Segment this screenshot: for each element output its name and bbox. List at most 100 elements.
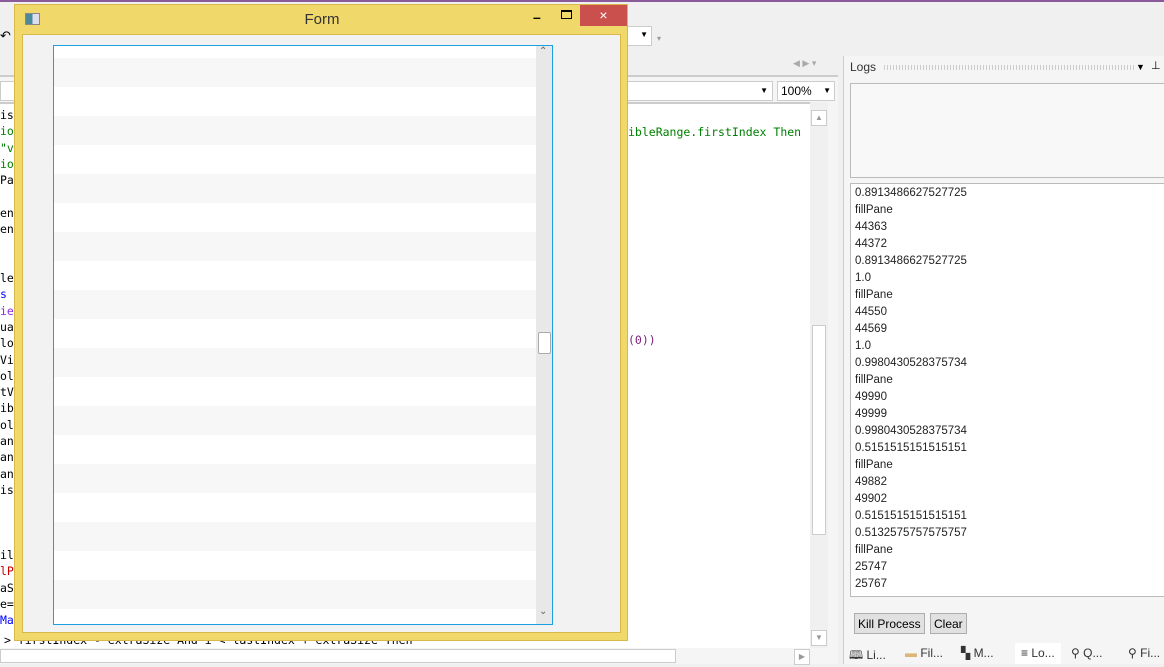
search-icon: ⚲: [1071, 646, 1084, 660]
code-line: io: [0, 124, 14, 139]
folder-icon: ▬: [905, 646, 921, 660]
code-line: ol: [0, 417, 14, 432]
log-entry: 1.0: [855, 340, 871, 352]
code-line: ibleRange.firstIndex Then: [628, 125, 802, 139]
log-entry: fillPane: [855, 544, 893, 556]
list-row[interactable]: [54, 58, 536, 87]
log-entry: fillPane: [855, 289, 893, 301]
log-entry: 49902: [855, 493, 887, 505]
log-entry: 49882: [855, 476, 887, 488]
maximize-button[interactable]: [561, 10, 572, 19]
horizontal-scrollbar[interactable]: [0, 649, 676, 663]
title-bar-accent: [0, 0, 1164, 2]
code-line: Vi: [0, 352, 14, 367]
list-row[interactable]: [54, 290, 536, 319]
scrollbar-thumb[interactable]: [538, 332, 551, 354]
log-entry: 44363: [855, 221, 887, 233]
list-row[interactable]: [54, 406, 536, 435]
log-entry: 0.8913486627527725: [855, 187, 967, 199]
code-line: lP: [0, 564, 14, 579]
log-list[interactable]: 0.8913486627527725 fillPane 44363 44372 0.89…: [850, 183, 1164, 597]
panel-grip[interactable]: [884, 65, 1134, 70]
tab-label: Fi...: [1140, 646, 1161, 660]
list-row[interactable]: [54, 580, 536, 609]
list-row[interactable]: [54, 116, 536, 145]
scroll-right-button[interactable]: ▶: [794, 649, 810, 665]
list-box[interactable]: ⌃ ⌄: [53, 45, 553, 625]
list-row[interactable]: [54, 145, 536, 174]
tab-lo[interactable]: ≡ Lo...: [1015, 643, 1061, 664]
code-line: tV: [0, 385, 14, 400]
minimize-button[interactable]: –: [533, 9, 545, 25]
log-entry: 49990: [855, 391, 887, 403]
tab-m[interactable]: ▚ M...: [961, 643, 994, 664]
log-entry: 44372: [855, 238, 887, 250]
tab-fi[interactable]: ⚲ Fi...: [1128, 643, 1160, 664]
log-entry: 0.5151515151515151: [855, 510, 967, 522]
tab-li[interactable]: 🕮 Li...: [849, 643, 886, 664]
book-icon: 🕮: [849, 648, 867, 662]
form-window: Form – × ⌃ ⌄: [14, 4, 628, 641]
scroll-down-icon[interactable]: ⌄: [539, 606, 547, 617]
tab-label: M...: [973, 646, 994, 660]
tab-fil[interactable]: ▬ Fil...: [905, 643, 943, 664]
list-row[interactable]: [54, 203, 536, 232]
list-row[interactable]: [54, 319, 536, 348]
scroll-up-icon[interactable]: ⌃: [539, 46, 547, 57]
undo-icon[interactable]: ↶: [0, 28, 11, 44]
list-row[interactable]: [54, 174, 536, 203]
listbox-scrollbar[interactable]: ⌃ ⌄: [536, 46, 552, 624]
list-row[interactable]: [54, 522, 536, 551]
find-icon: ⚲: [1128, 646, 1141, 660]
list-row[interactable]: [54, 435, 536, 464]
list-row[interactable]: [54, 464, 536, 493]
log-entry: 0.8913486627527725: [855, 255, 967, 267]
pin-icon[interactable]: ⊥: [1151, 59, 1161, 72]
code-line: lo: [0, 336, 14, 351]
clear-button[interactable]: Clear: [930, 613, 967, 634]
log-entry: 44550: [855, 306, 887, 318]
code-line: io: [0, 156, 14, 171]
list-row[interactable]: [54, 87, 536, 116]
grid-icon: ▚: [961, 646, 974, 660]
chevron-down-icon: ▼: [823, 86, 831, 95]
log-entry: 25747: [855, 561, 887, 573]
toolbar-overflow-icon[interactable]: ▾: [657, 34, 661, 43]
code-line: ib: [0, 401, 14, 416]
tab-scroll-arrows[interactable]: ◀ ▶ ▾: [793, 58, 816, 69]
zoom-value: 100%: [781, 84, 812, 98]
tab-label: Li...: [866, 648, 886, 662]
code-line: s: [0, 287, 14, 302]
list-row[interactable]: [54, 232, 536, 261]
scroll-down-button[interactable]: ▼: [811, 630, 827, 646]
list-row[interactable]: [54, 261, 536, 290]
log-text-box[interactable]: [850, 83, 1164, 178]
tab-label: Q...: [1083, 646, 1103, 660]
log-entry: fillPane: [855, 459, 893, 471]
list-row[interactable]: [54, 46, 536, 58]
zoom-dropdown[interactable]: 100% ▼: [777, 81, 835, 101]
tab-q[interactable]: ⚲ Q...: [1071, 643, 1102, 664]
code-line: ie: [0, 303, 14, 318]
panel-title: Logs: [850, 60, 877, 74]
scrollbar-thumb[interactable]: [812, 325, 826, 535]
log-entry: 25767: [855, 578, 887, 590]
log-entry: 1.0: [855, 272, 871, 284]
log-entry: fillPane: [855, 204, 893, 216]
log-entry: 44569: [855, 323, 887, 335]
panel-menu-icon[interactable]: ▼: [1136, 62, 1145, 72]
log-entry: 0.5132575757575757: [855, 527, 967, 539]
code-line: is: [0, 482, 14, 497]
list-row[interactable]: [54, 493, 536, 522]
log-entry: 49999: [855, 408, 887, 420]
list-row[interactable]: [54, 551, 536, 580]
code-line: Ma: [0, 613, 14, 628]
list-row[interactable]: [54, 377, 536, 406]
close-button[interactable]: ×: [580, 5, 627, 26]
list-row[interactable]: [54, 348, 536, 377]
kill-process-button[interactable]: Kill Process: [854, 613, 925, 634]
bottom-tool-tabs: 🕮 Li... ▬ Fil... ▚ M... ≡ Lo... ⚲ Q... ⚲ Fi..…: [843, 643, 1164, 664]
code-line: il: [0, 548, 14, 563]
scroll-up-button[interactable]: ▲: [811, 110, 827, 126]
log-entry: 0.9980430528375734: [855, 425, 967, 437]
